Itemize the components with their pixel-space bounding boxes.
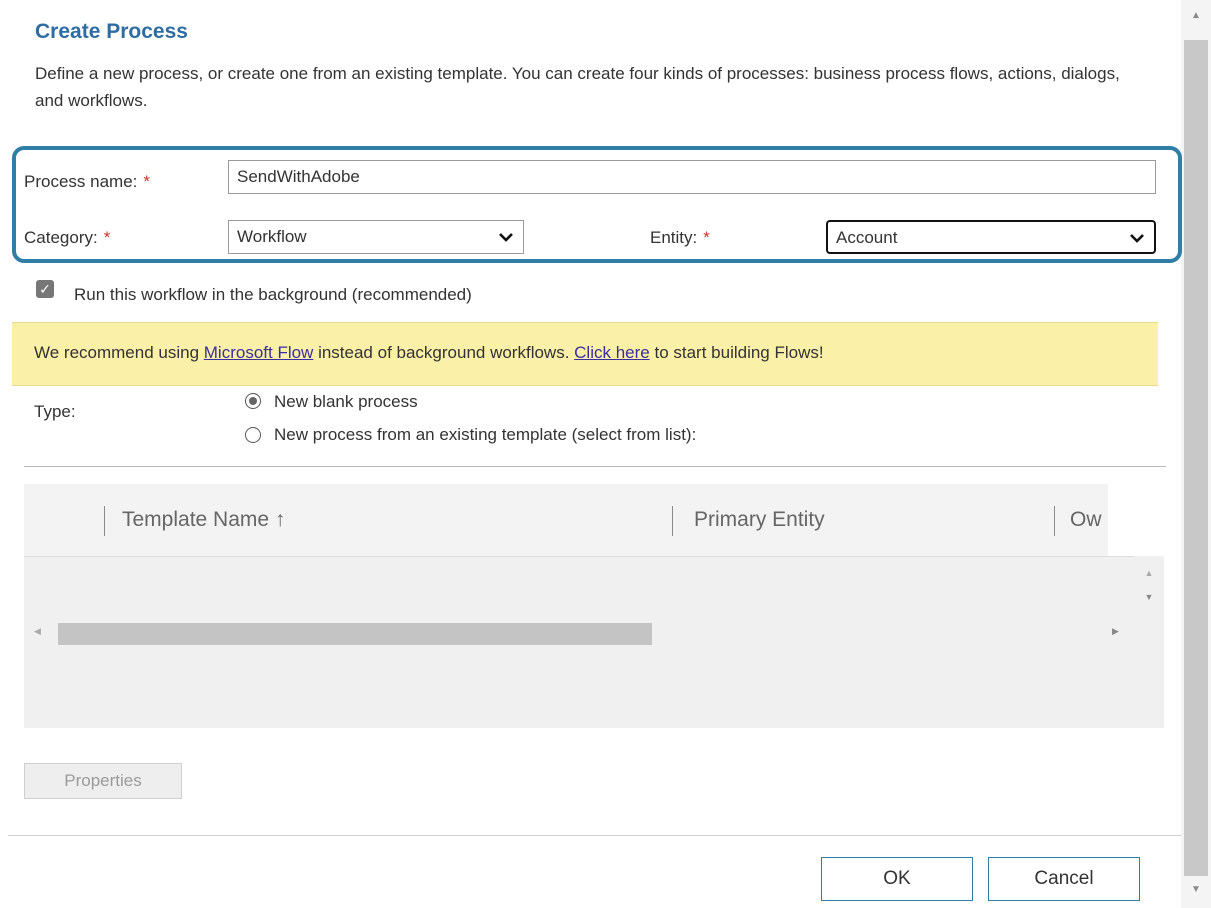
click-here-link[interactable]: Click here	[574, 343, 650, 362]
scroll-down-icon[interactable]: ▼	[1181, 880, 1211, 900]
column-separator[interactable]	[104, 506, 105, 536]
chevron-down-icon	[499, 226, 513, 247]
entity-value: Account	[836, 228, 898, 247]
scroll-up-icon[interactable]: ▲	[1181, 6, 1211, 26]
microsoft-flow-link[interactable]: Microsoft Flow	[204, 343, 314, 362]
grid-horizontal-scrollbar[interactable]: ◀ ▶	[24, 620, 1134, 648]
category-label: Category: *	[24, 228, 111, 247]
type-label: Type:	[34, 402, 76, 421]
radio-new-blank-process[interactable]	[245, 393, 261, 409]
section-divider	[24, 466, 1166, 467]
scroll-left-icon[interactable]: ◀	[34, 626, 41, 637]
category-select[interactable]: Workflow	[228, 220, 524, 254]
column-separator[interactable]	[672, 506, 673, 536]
column-separator[interactable]	[1054, 506, 1055, 536]
scroll-up-icon[interactable]: ▲	[1134, 568, 1164, 578]
required-marker: *	[103, 228, 111, 247]
process-name-input[interactable]: SendWithAdobe	[228, 160, 1156, 194]
ok-button[interactable]: OK	[821, 857, 973, 901]
radio-new-blank-process-label: New blank process	[274, 392, 418, 411]
background-checkbox-label: Run this workflow in the background (rec…	[74, 285, 472, 304]
check-icon: ✓	[39, 281, 51, 297]
column-header-primary-entity[interactable]: Primary Entity	[694, 508, 825, 532]
process-name-label: Process name: *	[24, 172, 151, 191]
scroll-right-icon[interactable]: ▶	[1112, 626, 1119, 637]
category-value: Workflow	[237, 227, 307, 246]
required-marker: *	[143, 172, 151, 191]
dialog-description: Define a new process, or create one from…	[35, 64, 1120, 110]
banner-text: to start building Flows!	[649, 343, 824, 362]
entity-select[interactable]: Account	[826, 220, 1156, 254]
radio-from-template-label: New process from an existing template (s…	[274, 425, 697, 444]
grid-vertical-scrollbar[interactable]: ▲ ▼	[1134, 556, 1164, 648]
radio-from-template[interactable]	[245, 427, 261, 443]
required-marker: *	[703, 228, 710, 247]
column-header-owner[interactable]: Ow	[1070, 508, 1106, 532]
dialog-title: Create Process	[35, 20, 188, 43]
page-scrollbar[interactable]: ▲ ▼	[1181, 0, 1211, 908]
flow-recommendation-banner: We recommend using Microsoft Flow instea…	[12, 322, 1158, 386]
grid-horizontal-scrollbar-thumb[interactable]	[58, 623, 652, 645]
entity-label: Entity: *	[650, 228, 710, 247]
page-scrollbar-thumb[interactable]	[1184, 40, 1208, 876]
properties-button[interactable]: Properties	[24, 763, 182, 799]
template-grid-header: Template Name ↑ Primary Entity Ow	[24, 484, 1164, 557]
grid-header-corner	[1108, 484, 1164, 556]
template-grid: Template Name ↑ Primary Entity Ow ▲ ▼ ◀ …	[24, 484, 1164, 728]
scroll-down-icon[interactable]: ▼	[1134, 592, 1164, 602]
banner-text: We recommend using	[34, 343, 204, 362]
cancel-button[interactable]: Cancel	[988, 857, 1140, 901]
background-checkbox[interactable]: ✓	[36, 280, 54, 298]
column-header-template-name[interactable]: Template Name ↑	[122, 508, 285, 532]
footer-divider	[8, 835, 1181, 836]
banner-text: instead of background workflows.	[313, 343, 575, 362]
chevron-down-icon	[1130, 227, 1144, 248]
